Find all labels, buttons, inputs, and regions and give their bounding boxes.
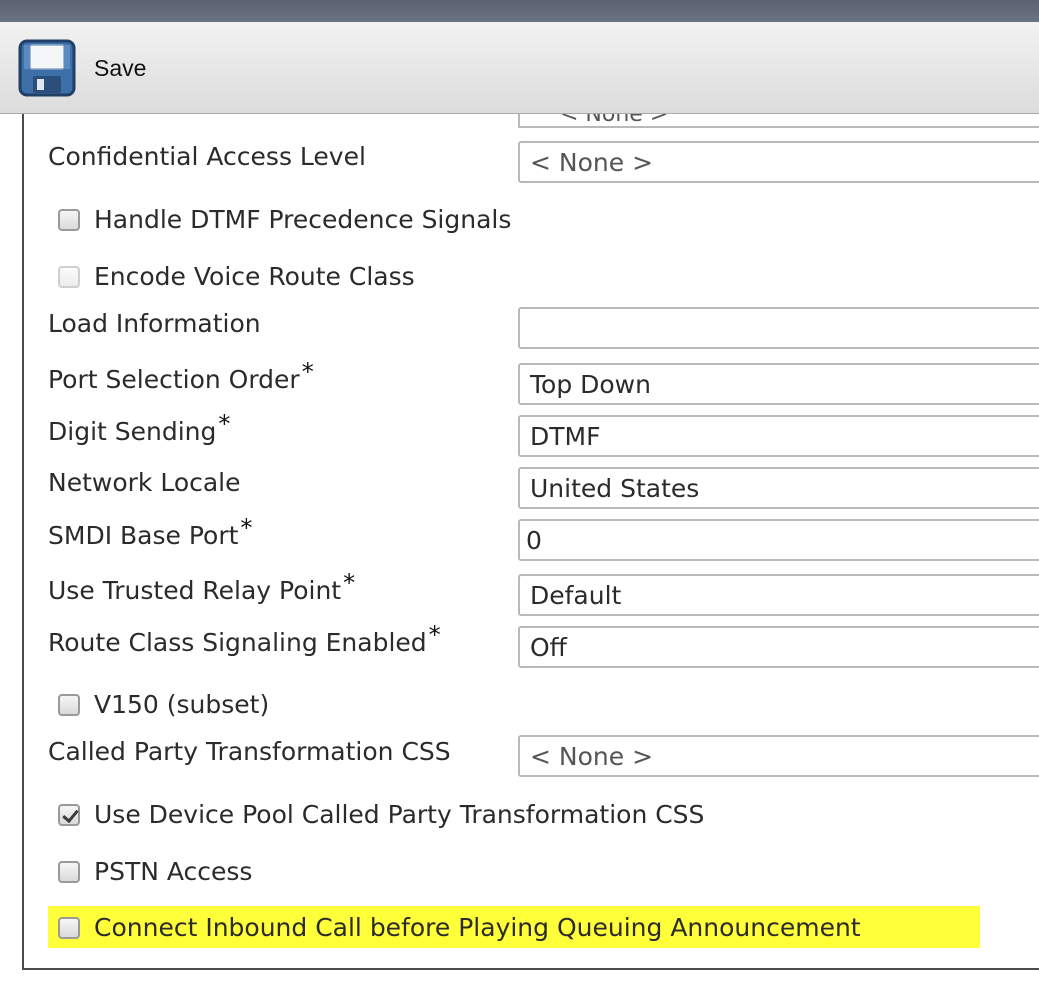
use-device-pool-css-label: Use Device Pool Called Party Transformat… xyxy=(94,800,705,829)
save-button[interactable]: Save xyxy=(18,38,146,98)
port-selection-order-label: Port Selection Order* xyxy=(48,358,314,394)
encode-voice-route-label: Encode Voice Route Class xyxy=(94,262,415,291)
floppy-disk-icon xyxy=(18,39,76,97)
v150-label: V150 (subset) xyxy=(94,690,270,719)
load-information-input[interactable] xyxy=(518,307,1039,349)
handle-dtmf-checkbox-row[interactable]: Handle DTMF Precedence Signals xyxy=(58,205,511,234)
digit-sending-select[interactable]: DTMF xyxy=(518,415,1039,457)
route-class-signaling-select[interactable]: Off xyxy=(518,626,1039,668)
pstn-access-label: PSTN Access xyxy=(94,857,253,886)
smdi-base-port-label: SMDI Base Port* xyxy=(48,514,253,550)
toolbar: Save xyxy=(0,22,1039,114)
connect-inbound-label: Connect Inbound Call before Playing Queu… xyxy=(94,913,861,942)
previous-select-field[interactable]: < None > xyxy=(518,114,1039,128)
digit-sending-label: Digit Sending* xyxy=(48,410,231,446)
connect-inbound-checkbox-row[interactable]: Connect Inbound Call before Playing Queu… xyxy=(58,913,861,942)
called-party-css-select[interactable]: < None > xyxy=(518,735,1039,777)
network-locale-select[interactable]: United States xyxy=(518,467,1039,509)
smdi-base-port-input[interactable]: 0 xyxy=(518,519,1039,561)
use-device-pool-css-checkbox[interactable] xyxy=(58,803,80,826)
v150-checkbox-row[interactable]: V150 (subset) xyxy=(58,690,269,719)
called-party-css-label: Called Party Transformation CSS xyxy=(48,737,451,766)
save-button-label: Save xyxy=(94,54,147,81)
load-information-label: Load Information xyxy=(48,309,261,338)
confidential-access-level-select[interactable]: < None > xyxy=(518,141,1039,183)
pstn-access-checkbox[interactable] xyxy=(58,860,80,883)
network-locale-label: Network Locale xyxy=(48,468,241,497)
port-selection-order-select[interactable]: Top Down xyxy=(518,363,1039,405)
window-title-bar xyxy=(0,0,1039,22)
pstn-access-checkbox-row[interactable]: PSTN Access xyxy=(58,857,252,886)
use-device-pool-css-checkbox-row[interactable]: Use Device Pool Called Party Transformat… xyxy=(58,800,704,829)
handle-dtmf-label: Handle DTMF Precedence Signals xyxy=(94,205,512,234)
route-class-signaling-label: Route Class Signaling Enabled* xyxy=(48,621,441,657)
use-trusted-relay-point-select[interactable]: Default xyxy=(518,574,1039,616)
confidential-access-level-label: Confidential Access Level xyxy=(48,142,366,171)
handle-dtmf-checkbox[interactable] xyxy=(58,208,80,231)
use-trusted-relay-point-label: Use Trusted Relay Point* xyxy=(48,569,356,605)
v150-checkbox[interactable] xyxy=(58,693,80,716)
encode-voice-route-checkbox[interactable] xyxy=(58,265,80,288)
encode-voice-route-checkbox-row[interactable]: Encode Voice Route Class xyxy=(58,262,415,291)
connect-inbound-checkbox[interactable] xyxy=(58,916,80,939)
